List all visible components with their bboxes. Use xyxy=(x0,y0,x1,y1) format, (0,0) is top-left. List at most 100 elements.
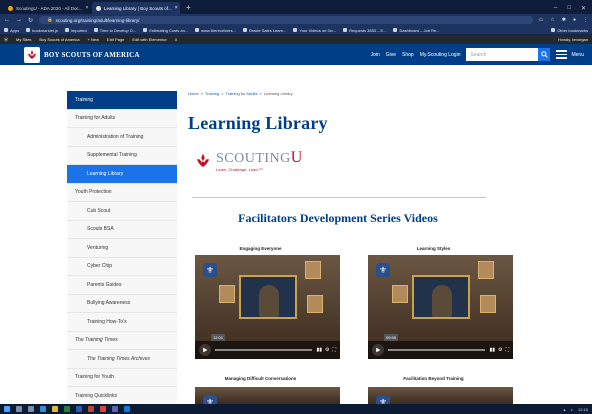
menu-button[interactable]: Menu xyxy=(556,50,584,59)
sidebar-item-youth-protection[interactable]: Youth Protection xyxy=(67,183,177,202)
search-button[interactable] xyxy=(538,48,551,61)
sidebar-item-supplemental[interactable]: Supplemental Training xyxy=(67,146,177,165)
powerpoint-icon[interactable] xyxy=(88,406,94,412)
network-icon[interactable]: ▴ xyxy=(564,407,566,412)
volume-icon[interactable]: ◖ xyxy=(571,407,573,412)
wp-greeting[interactable]: Howdy, bmorgan xyxy=(558,37,588,42)
progress-track[interactable] xyxy=(388,349,486,351)
bookmark-item[interactable]: Time to Develop O... xyxy=(93,28,136,33)
sidebar-item-training[interactable]: Training xyxy=(67,91,177,110)
breadcrumb-adults[interactable]: Training for Adults xyxy=(225,91,257,101)
other-bookmarks[interactable]: Other bookmarks xyxy=(551,28,588,33)
sidebar-item-training-for-youth[interactable]: Training for Youth xyxy=(67,368,177,387)
bsa-logo-icon[interactable] xyxy=(24,46,40,63)
wp-item-comments[interactable]: 0 xyxy=(175,37,177,42)
start-icon[interactable] xyxy=(4,406,10,412)
back-icon[interactable]: ← xyxy=(4,17,10,23)
wall-frame xyxy=(219,285,235,303)
search-icon[interactable] xyxy=(16,406,22,412)
window-controls: – □ ✕ xyxy=(554,2,592,14)
wp-item-site[interactable]: Boy Scouts of America xyxy=(39,37,79,42)
taskbar-clock[interactable]: 12:15 xyxy=(578,407,588,412)
minimize-icon[interactable]: – xyxy=(554,5,557,11)
play-button[interactable] xyxy=(372,344,384,356)
new-tab-button[interactable]: + xyxy=(180,2,197,14)
bookmark-item[interactable]: Dashboard – Job Re... xyxy=(393,28,440,33)
teams-icon[interactable] xyxy=(112,406,118,412)
settings-icon[interactable]: ⚙ xyxy=(325,347,329,353)
chrome-icon[interactable] xyxy=(100,406,106,412)
bookmark-icon xyxy=(343,28,348,32)
sidebar-item-parents-guides[interactable]: Parents Guides xyxy=(67,276,177,295)
bookmark-item[interactable]: Imported xyxy=(64,28,87,33)
breadcrumb-training[interactable]: Training xyxy=(205,91,219,101)
wordpress-icon[interactable]: Ⓦ xyxy=(4,37,8,43)
close-window-icon[interactable]: ✕ xyxy=(581,5,586,12)
star-icon[interactable]: ☆ xyxy=(550,17,554,23)
sidebar-item-scouts-bsa[interactable]: Scouts BSA xyxy=(67,220,177,239)
nav-shop[interactable]: Shop xyxy=(402,52,414,58)
volume-icon[interactable]: ▮▮ xyxy=(316,347,322,353)
sidebar-item-how-tos[interactable]: Training How-To's xyxy=(67,313,177,332)
wp-item-new[interactable]: + New xyxy=(88,37,99,42)
fullscreen-icon[interactable]: ⛶ xyxy=(505,347,509,353)
scoutingu-wordmark: SCOUTINGU xyxy=(216,149,303,166)
outlook-icon[interactable] xyxy=(124,406,130,412)
sidebar-item-administration[interactable]: Administration of Training xyxy=(67,128,177,147)
settings-icon[interactable]: ⚙ xyxy=(498,347,502,353)
site-brand[interactable]: BOY SCOUTS OF AMERICA xyxy=(44,51,140,59)
video-player-difficult-conversations[interactable]: ⚜ xyxy=(195,387,340,404)
play-button[interactable] xyxy=(199,344,211,356)
bookmark-item[interactable]: Apps xyxy=(4,28,19,33)
progress-track[interactable] xyxy=(215,349,313,351)
sidebar-item-cyber-chip[interactable]: Cyber Chip xyxy=(67,257,177,276)
bookmark-icon xyxy=(195,28,200,32)
wp-item-edit-page[interactable]: Edit Page xyxy=(107,37,124,42)
word-icon[interactable] xyxy=(76,406,82,412)
wp-item-elementor[interactable]: Edit with Elementor xyxy=(132,37,166,42)
breadcrumb-home[interactable]: Home xyxy=(188,91,199,101)
bookmark-item[interactable]: bookmarklet.js xyxy=(26,28,58,33)
search-input[interactable]: Search xyxy=(466,48,539,61)
excel-icon[interactable] xyxy=(64,406,70,412)
tab-close-icon[interactable]: × xyxy=(86,5,89,11)
nav-login[interactable]: My.Scouting Login xyxy=(420,52,461,58)
bookmark-item[interactable]: Your Videos on Go... xyxy=(293,28,336,33)
scoutingu-logo: SCOUTINGU Learn. Challenge. Lead.™ xyxy=(194,150,303,172)
fullscreen-icon[interactable]: ⛶ xyxy=(332,347,336,353)
bookmark-item[interactable]: www.thereceivers... xyxy=(195,28,236,33)
video-player-learning-styles[interactable]: ⚜ 09:45 ▮▮ ⚙ ⛶ xyxy=(368,255,513,359)
sidebar-item-learning-library[interactable]: Learning Library xyxy=(67,165,177,184)
sidebar-item-venturing[interactable]: Venturing xyxy=(67,239,177,258)
url-input[interactable]: 🔒 scouting.org/training/adult/learning-l… xyxy=(39,16,533,24)
video-player-engaging-everyone[interactable]: ⚜ 12:01 ▮▮ ⚙ ⛶ xyxy=(195,255,340,359)
maximize-icon[interactable]: □ xyxy=(567,5,571,11)
tab-close-icon[interactable]: × xyxy=(175,5,178,11)
sidebar-item-cub-scout[interactable]: Cub Scout xyxy=(67,202,177,221)
volume-icon[interactable]: ▮▮ xyxy=(489,347,495,353)
nav-join[interactable]: Join xyxy=(371,52,380,58)
sidebar-item-training-times-archives[interactable]: The Training Times Archives xyxy=(67,350,177,369)
forward-icon[interactable]: → xyxy=(16,17,22,23)
reload-icon[interactable]: ↻ xyxy=(28,17,33,24)
cast-icon[interactable]: ▭ xyxy=(539,17,544,23)
sidebar-item-training-times[interactable]: The Training Times xyxy=(67,331,177,350)
bookmark-item[interactable]: Oracle Sales Learn... xyxy=(242,28,286,33)
bookmark-item[interactable]: Estimating Costs an... xyxy=(143,28,188,33)
browser-tab-learning-library[interactable]: Learning Library | Boy Scouts of... × xyxy=(92,2,180,14)
sidebar-item-training-for-adults[interactable]: Training for Adults xyxy=(67,109,177,128)
wp-item-my-sites[interactable]: My Sites xyxy=(16,37,31,42)
browser-tab-scoutingu[interactable]: ScoutingU - ADA 2020 - All Doc... × xyxy=(4,2,92,14)
folder-icon[interactable] xyxy=(52,406,58,412)
sidebar-item-bullying[interactable]: Bullying Awareness xyxy=(67,294,177,313)
nav-give[interactable]: Give xyxy=(386,52,396,58)
profile-icon[interactable]: ● xyxy=(573,17,576,23)
sidebar-item-quicklinks[interactable]: Training Quicklinks xyxy=(67,387,177,406)
extension-icon[interactable]: ✱ xyxy=(562,17,566,23)
taskview-icon[interactable] xyxy=(28,406,34,412)
video-player-facilitation-beyond[interactable]: ⚜ xyxy=(368,387,513,404)
more-icon[interactable]: ⋮ xyxy=(583,17,588,23)
scoutingu-tagline: Learn. Challenge. Lead.™ xyxy=(216,167,263,172)
edge-icon[interactable] xyxy=(40,406,46,412)
bookmark-item[interactable]: Requests 3853 – E... xyxy=(343,28,386,33)
